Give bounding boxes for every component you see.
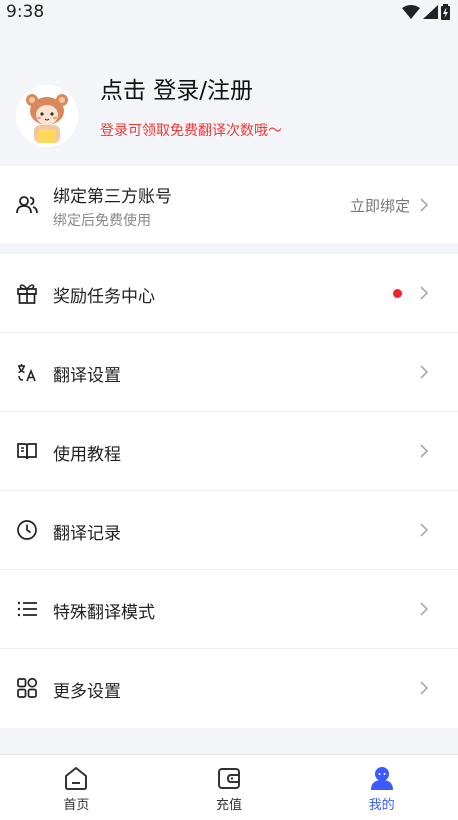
chevron-right-icon (420, 286, 429, 300)
tab-label: 充值 (216, 798, 243, 813)
users-icon (16, 196, 38, 214)
bear-mascot-icon (16, 85, 78, 147)
bind-now-link[interactable]: 立即绑定 (350, 195, 410, 216)
bottom-tab-bar: 首页 充值 我的 (0, 754, 458, 820)
bind-account-subtitle: 绑定后免费使用 (53, 213, 151, 229)
menu-item-label: 特殊翻译模式 (53, 603, 155, 623)
menu-item-label: 奖励任务中心 (53, 287, 155, 307)
gift-icon (17, 284, 37, 304)
list-icon (17, 601, 37, 617)
wallet-icon (218, 768, 240, 789)
tab-mine[interactable]: 我的 (305, 755, 458, 820)
avatar[interactable] (16, 85, 78, 147)
notification-dot (393, 289, 402, 298)
tab-home[interactable]: 首页 (0, 755, 153, 820)
signal-icon (423, 5, 438, 19)
menu-item-reward-center[interactable]: 奖励任务中心 (0, 254, 458, 333)
clock-icon (17, 520, 37, 540)
menu-item-label: 翻译记录 (53, 524, 121, 544)
login-promo-text: 登录可领取免费翻译次数哦～ (100, 123, 282, 139)
tab-label: 首页 (63, 798, 90, 813)
bind-account-row[interactable]: 绑定第三方账号 绑定后免费使用 立即绑定 (0, 166, 458, 243)
wifi-icon (402, 5, 420, 19)
menu-item-label: 使用教程 (53, 445, 121, 465)
menu-item-more-settings[interactable]: 更多设置 (0, 649, 458, 728)
user-icon (370, 767, 393, 790)
profile-header[interactable]: 点击 登录/注册 登录可领取免费翻译次数哦～ (0, 24, 458, 166)
battery-icon (441, 4, 450, 20)
menu-item-tutorial[interactable]: 使用教程 (0, 412, 458, 491)
chevron-right-icon (420, 365, 429, 379)
bind-account-title: 绑定第三方账号 (53, 187, 172, 207)
grid-icon (17, 677, 38, 698)
chevron-right-icon (420, 198, 429, 212)
menu-item-special-mode[interactable]: 特殊翻译模式 (0, 570, 458, 649)
menu-item-translate-history[interactable]: 翻译记录 (0, 491, 458, 570)
home-icon (65, 767, 88, 790)
book-icon (17, 443, 37, 460)
chevron-right-icon (420, 681, 429, 695)
tab-recharge[interactable]: 充值 (153, 755, 306, 820)
chevron-right-icon (420, 523, 429, 537)
status-icons (402, 4, 450, 20)
menu-list: 奖励任务中心 翻译设置 使用教程 翻译记录 特殊翻译模式 更多设置 (0, 254, 458, 728)
translate-icon (18, 364, 36, 382)
menu-item-translate-settings[interactable]: 翻译设置 (0, 333, 458, 412)
status-bar: 9:38 (0, 0, 458, 24)
login-register-link[interactable]: 点击 登录/注册 (100, 71, 253, 105)
chevron-right-icon (420, 444, 429, 458)
status-time: 9:38 (6, 2, 45, 22)
tab-label: 我的 (368, 798, 395, 813)
menu-item-label: 翻译设置 (53, 366, 121, 386)
chevron-right-icon (420, 602, 429, 616)
menu-item-label: 更多设置 (53, 682, 121, 702)
